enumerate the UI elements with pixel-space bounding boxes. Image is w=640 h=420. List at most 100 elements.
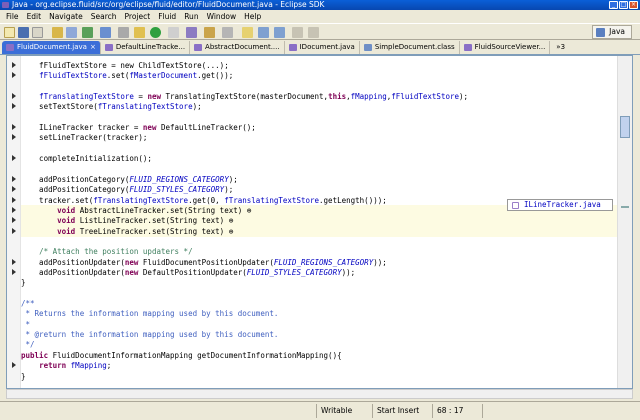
code-line[interactable]: void TreeLineTracker.set(String text) ⊕: [21, 225, 619, 237]
search-icon[interactable]: [204, 27, 215, 38]
insert-mode-status: Start Insert: [372, 404, 432, 418]
ruler-arrow-icon[interactable]: [12, 124, 16, 131]
code-line[interactable]: *: [21, 319, 619, 330]
code-line[interactable]: [21, 81, 619, 92]
code-line[interactable]: ILineTracker tracker = new DefaultLineTr…: [21, 122, 619, 133]
code-line[interactable]: * @return the information mapping used b…: [21, 329, 619, 340]
code-line[interactable]: }: [21, 277, 619, 288]
editor-tab[interactable]: FluidSourceViewer...: [460, 41, 551, 54]
code-line[interactable]: fTranslatingTextStore = new TranslatingT…: [21, 91, 619, 102]
horizontal-scrollbar[interactable]: [6, 389, 633, 399]
ruler-arrow-icon[interactable]: [12, 206, 16, 213]
code-line[interactable]: /* Attach the position updaters */: [21, 246, 619, 257]
code-line[interactable]: void ListLineTracker.set(String text) ⊕: [21, 215, 619, 227]
ruler-arrow-icon[interactable]: [12, 62, 16, 68]
code-line[interactable]: [21, 288, 619, 299]
editor-tab[interactable]: DefaultLineTracke...: [101, 41, 191, 54]
menu-run[interactable]: Run: [180, 11, 202, 23]
ruler-arrow-icon[interactable]: [12, 134, 16, 141]
code-line[interactable]: fFluidTextStore = new ChildTextStore(...…: [21, 60, 619, 71]
overview-marker[interactable]: [621, 206, 629, 208]
ruler-arrow-icon[interactable]: [12, 93, 16, 100]
menu-navigate[interactable]: Navigate: [45, 11, 87, 23]
ruler-arrow-icon[interactable]: [12, 227, 16, 234]
ruler-arrow-icon[interactable]: [12, 103, 16, 110]
search-dropdown-icon[interactable]: [222, 27, 233, 38]
ruler-arrow-icon[interactable]: [12, 155, 16, 162]
code-line[interactable]: [21, 143, 619, 154]
toggle-mark-icon[interactable]: [242, 27, 253, 38]
minimize-button[interactable]: _: [609, 1, 618, 9]
code-line[interactable]: addPositionCategory(FLUID_REGIONS_CATEGO…: [21, 174, 619, 185]
forward-icon[interactable]: [308, 27, 319, 38]
menu-file[interactable]: File: [2, 11, 23, 23]
tab-label: IDocument.java: [299, 43, 355, 51]
debug-icon[interactable]: [100, 27, 111, 38]
external-tools-icon[interactable]: [186, 27, 197, 38]
tab-label: AbstractDocument....: [205, 43, 280, 51]
run-dropdown-icon[interactable]: [168, 27, 179, 38]
editor-tab[interactable]: AbstractDocument....: [190, 41, 285, 54]
tab-label: FluidDocument.java: [17, 43, 87, 51]
code-line[interactable]: addPositionUpdater(new DefaultPositionUp…: [21, 267, 619, 278]
new-class-icon[interactable]: [66, 27, 77, 38]
print-icon[interactable]: [32, 27, 43, 38]
code-line[interactable]: }: [21, 371, 619, 382]
save-icon[interactable]: [18, 27, 29, 38]
ruler-arrow-icon[interactable]: [12, 196, 16, 203]
code-line[interactable]: public FluidDocumentInformationMapping g…: [21, 350, 619, 361]
code-line[interactable]: /**: [21, 298, 619, 309]
ruler-arrow-icon[interactable]: [12, 175, 16, 182]
ruler-arrow-icon[interactable]: [12, 258, 16, 265]
editor-tab[interactable]: IDocument.java: [285, 41, 360, 54]
code-line[interactable]: addPositionCategory(FLUID_STYLES_CATEGOR…: [21, 184, 619, 195]
code-line[interactable]: [21, 164, 619, 175]
menu-edit[interactable]: Edit: [23, 11, 46, 23]
open-file-icon[interactable]: [134, 27, 145, 38]
perspective-switcher[interactable]: Java: [592, 25, 632, 39]
maximize-button[interactable]: □: [619, 1, 628, 9]
code-line[interactable]: completeInitialization();: [21, 153, 619, 164]
previous-annotation-icon[interactable]: [274, 27, 285, 38]
vertical-scrollbar[interactable]: [617, 56, 632, 388]
window-controls: _ □ ×: [609, 1, 638, 9]
next-annotation-icon[interactable]: [258, 27, 269, 38]
ruler-arrow-icon[interactable]: [12, 269, 16, 275]
code-editor[interactable]: fFluidTextStore = new ChildTextStore(...…: [6, 55, 633, 389]
annotation-ruler[interactable]: [7, 56, 21, 388]
ruler-arrow-icon[interactable]: [12, 72, 16, 79]
new-package-icon[interactable]: [82, 27, 93, 38]
code-line[interactable]: [21, 236, 619, 247]
editor-tab[interactable]: SimpleDocument.class: [360, 41, 460, 54]
menu-window[interactable]: Window: [203, 11, 241, 23]
code-line[interactable]: return fMapping;: [21, 360, 619, 371]
code-line[interactable]: */: [21, 339, 619, 350]
menu-project[interactable]: Project: [121, 11, 155, 23]
run-icon[interactable]: [150, 27, 161, 38]
interface-icon: [512, 202, 519, 209]
ruler-arrow-icon[interactable]: [12, 186, 16, 193]
scrollbar-thumb[interactable]: [620, 116, 630, 138]
code-line[interactable]: * Returns the information mapping used b…: [21, 308, 619, 319]
code-line[interactable]: setLineTracker(tracker);: [21, 132, 619, 143]
close-window-button[interactable]: ×: [629, 1, 638, 9]
menu-help[interactable]: Help: [240, 11, 265, 23]
tab-overflow[interactable]: »3: [550, 41, 565, 54]
editor-tab[interactable]: FluidDocument.java ×: [2, 41, 101, 54]
back-icon[interactable]: [292, 27, 303, 38]
eclipse-app-icon: [2, 2, 9, 8]
code-line[interactable]: addPositionUpdater(new FluidDocumentPosi…: [21, 257, 619, 268]
open-type-icon[interactable]: [52, 27, 63, 38]
code-line[interactable]: fFluidTextStore.set(fMasterDocument.get(…: [21, 70, 619, 81]
close-tab-icon[interactable]: ×: [90, 43, 96, 51]
code-line[interactable]: [21, 112, 619, 123]
hover-tooltip[interactable]: ILineTracker.java: [507, 199, 613, 211]
new-icon[interactable]: [4, 27, 15, 38]
code-line[interactable]: setTextStore(fTranslatingTextStore);: [21, 101, 619, 112]
menu-fluid[interactable]: Fluid: [154, 11, 180, 23]
ruler-arrow-icon[interactable]: [12, 362, 16, 369]
ruler-arrow-icon[interactable]: [12, 217, 16, 224]
menu-search[interactable]: Search: [87, 11, 121, 23]
debug-dropdown-icon[interactable]: [118, 27, 129, 38]
code-area[interactable]: fFluidTextStore = new ChildTextStore(...…: [21, 56, 619, 388]
